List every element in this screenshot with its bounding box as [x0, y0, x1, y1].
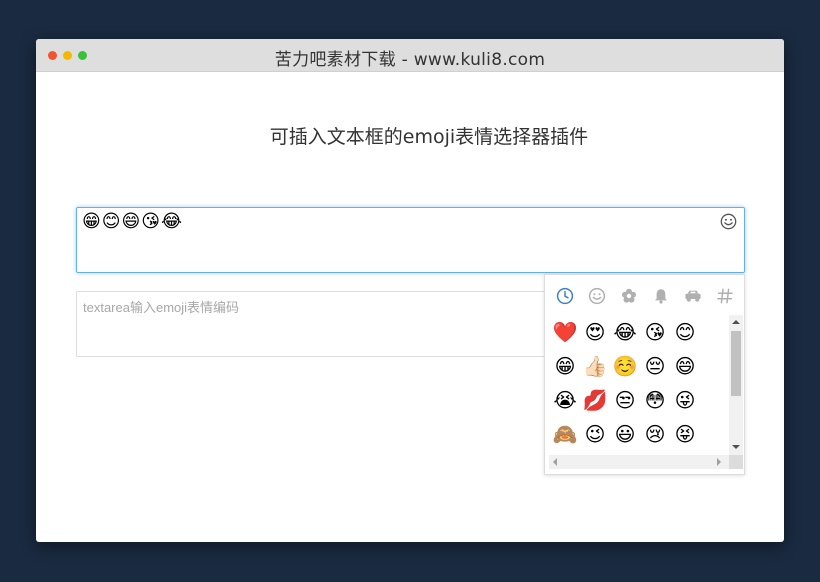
- emoji-option[interactable]: 😢: [640, 417, 670, 451]
- emoji-option[interactable]: 😉: [580, 417, 610, 451]
- emoji-option[interactable]: 😒: [610, 383, 640, 417]
- emoji-option[interactable]: 😔: [640, 349, 670, 383]
- scroll-down-arrow[interactable]: [732, 445, 740, 449]
- scrollbar-corner: [729, 455, 743, 469]
- browser-window: 苦力吧素材下载 - www.kuli8.com 可插入文本框的emoji表情选择…: [36, 39, 784, 542]
- emoji-option[interactable]: 😜: [670, 383, 700, 417]
- smiley-face-icon[interactable]: [718, 211, 738, 231]
- vertical-scrollbar[interactable]: [729, 315, 743, 455]
- emoji-option[interactable]: 😄: [670, 349, 700, 383]
- emoji-option[interactable]: 😘: [640, 315, 670, 349]
- flower-icon[interactable]: [618, 285, 640, 307]
- hash-icon[interactable]: [714, 285, 736, 307]
- emoji-option[interactable]: 👍🏻: [580, 349, 610, 383]
- emoji-picker-panel: ❤️ 😍 😂 😘 😊 😁 👍🏻 ☺️ 😔 😄 😭 💋 😒 😳 😜 🙈 😉 😃 😢 😝: [544, 274, 745, 475]
- emoji-grid: ❤️ 😍 😂 😘 😊 😁 👍🏻 ☺️ 😔 😄 😭 💋 😒 😳 😜 🙈 😉 😃 😢 😝: [549, 315, 729, 455]
- bell-icon[interactable]: [650, 285, 672, 307]
- scroll-up-arrow[interactable]: [732, 320, 740, 324]
- emoji-code-textarea[interactable]: [76, 291, 546, 357]
- editor-content[interactable]: 😁😊😄😘😂: [82, 210, 183, 234]
- title-bar: 苦力吧素材下载 - www.kuli8.com: [36, 39, 784, 72]
- smiley-icon[interactable]: [586, 285, 608, 307]
- emoji-option[interactable]: 😁: [550, 349, 580, 383]
- emoji-option[interactable]: 😍: [580, 315, 610, 349]
- scroll-left-arrow[interactable]: [553, 458, 557, 466]
- scroll-right-arrow[interactable]: [717, 458, 721, 466]
- scrollbar-thumb[interactable]: [731, 331, 741, 396]
- emoji-option[interactable]: 🙈: [550, 417, 580, 451]
- emoji-option[interactable]: ☺️: [610, 349, 640, 383]
- emoji-option[interactable]: 😳: [640, 383, 670, 417]
- emoji-option[interactable]: 😝: [670, 417, 700, 451]
- emoji-editor-field[interactable]: 😁😊😄😘😂: [76, 207, 745, 273]
- emoji-option[interactable]: 😂: [610, 315, 640, 349]
- page-title: 可插入文本框的emoji表情选择器插件: [269, 126, 589, 148]
- emoji-option[interactable]: ❤️: [550, 315, 580, 349]
- car-icon[interactable]: [682, 285, 704, 307]
- emoji-option[interactable]: 😭: [550, 383, 580, 417]
- emoji-option[interactable]: 😊: [670, 315, 700, 349]
- emoji-option[interactable]: 😃: [610, 417, 640, 451]
- clock-icon[interactable]: [554, 285, 576, 307]
- emoji-option[interactable]: 💋: [580, 383, 610, 417]
- horizontal-scrollbar[interactable]: [549, 455, 729, 469]
- window-title: 苦力吧素材下载 - www.kuli8.com: [274, 50, 546, 70]
